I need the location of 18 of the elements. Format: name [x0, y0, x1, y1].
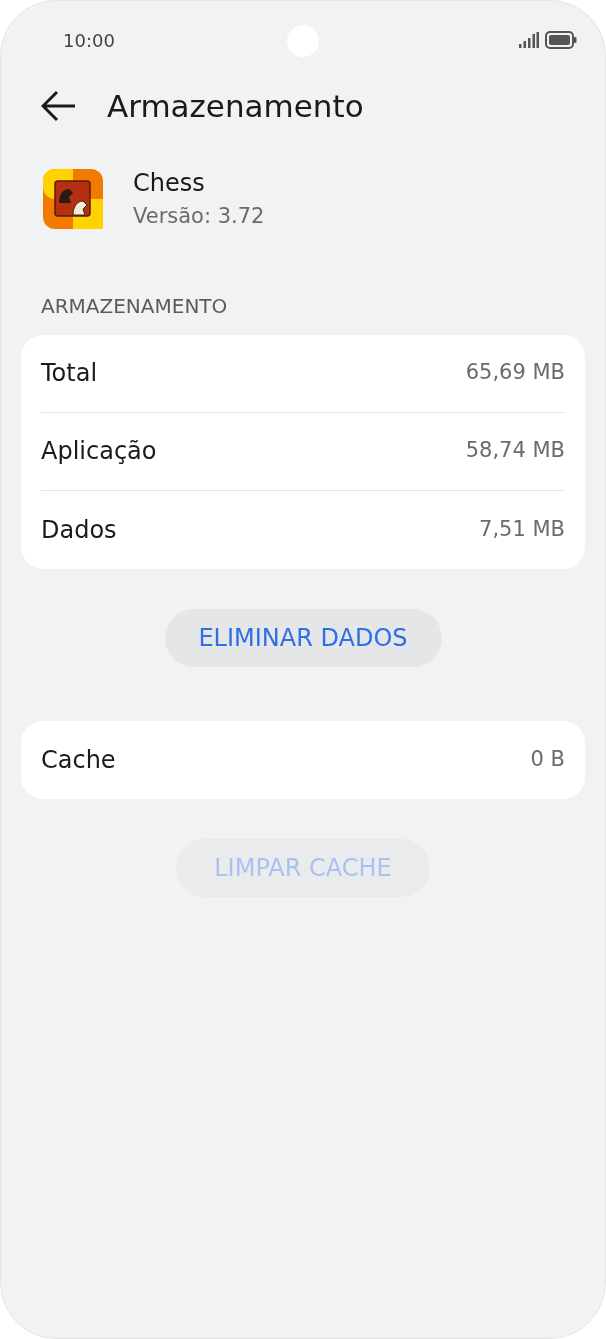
- status-time: 10:00: [63, 28, 115, 53]
- back-arrow-icon[interactable]: [41, 90, 77, 122]
- row-value: 58,74 MB: [465, 437, 565, 465]
- page-title: Armazenamento: [107, 86, 364, 126]
- row-value: 7,51 MB: [479, 515, 565, 543]
- row-label: Total: [41, 358, 98, 389]
- row-label: Aplicação: [41, 436, 157, 467]
- row-label: Cache: [41, 744, 116, 776]
- row-value: 0 B: [530, 745, 565, 773]
- app-name: Chess: [133, 168, 206, 199]
- battery-icon: [545, 31, 577, 49]
- app-version: Versão: 3.72: [133, 203, 265, 230]
- row-label: Dados: [41, 514, 117, 546]
- action-button[interactable]: ELIMINAR DADOS: [164, 608, 442, 667]
- signal-icon: [519, 32, 539, 48]
- row-value: 65,69 MB: [465, 359, 565, 387]
- chess-knight-icon: [43, 168, 103, 229]
- section-label: ARMAZENAMENTO: [40, 292, 229, 320]
